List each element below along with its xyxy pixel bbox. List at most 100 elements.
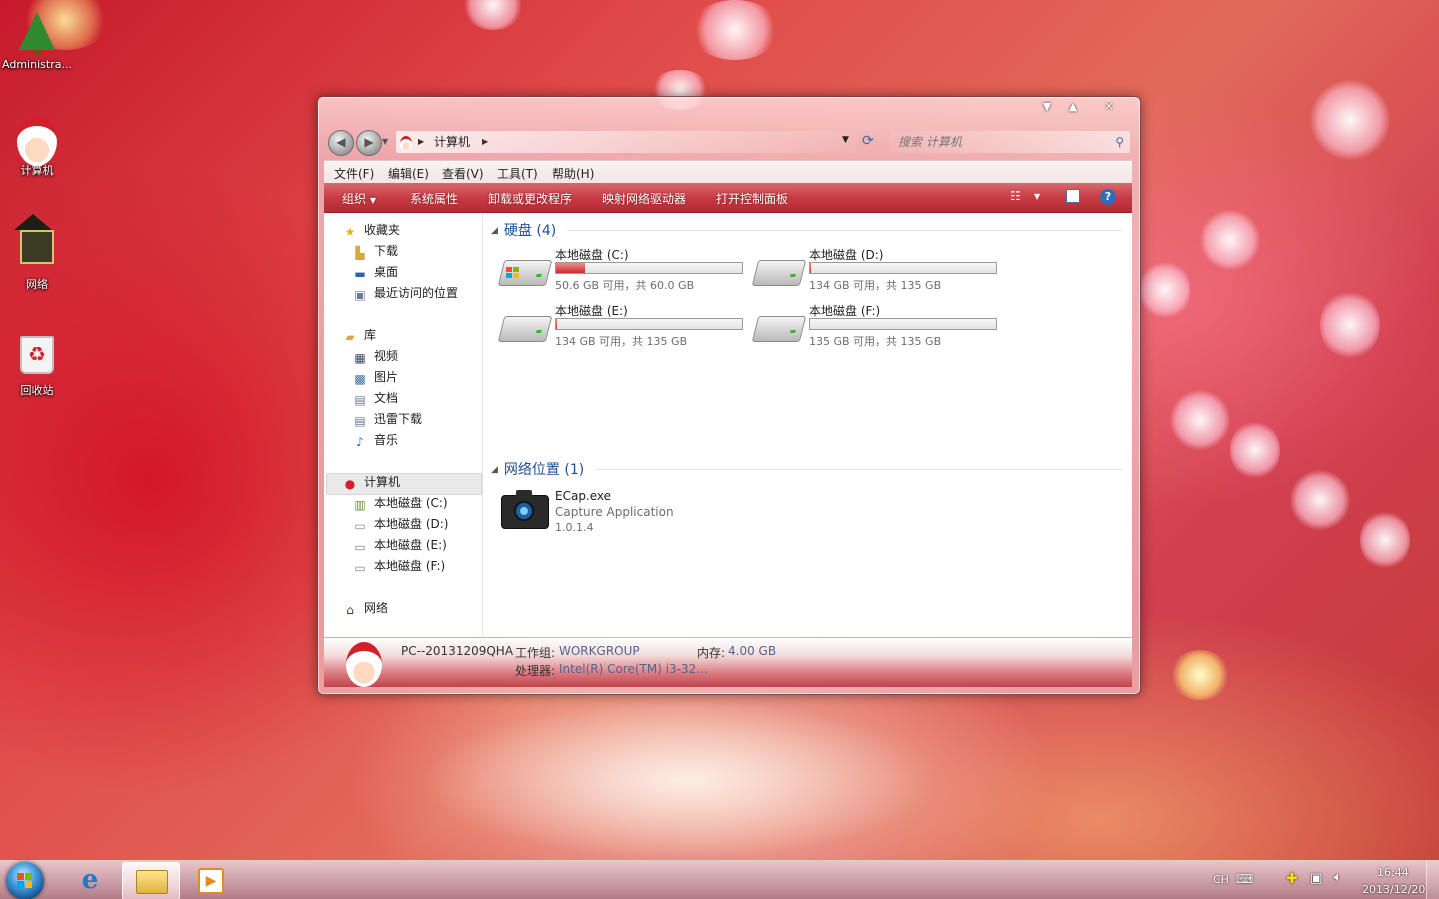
nav-drive-e[interactable]: ▭ 本地磁盘 (E:) — [352, 536, 446, 554]
nav-libraries[interactable]: ▰ 库 — [342, 326, 376, 344]
bokeh-light — [1360, 510, 1410, 570]
minimize-button[interactable]: ▼ — [1034, 99, 1060, 115]
drive-free-space: 134 GB 可用，共 135 GB — [555, 335, 688, 348]
music-icon: ♪ — [356, 435, 364, 449]
keyboard-icon[interactable]: ⌨ — [1236, 872, 1253, 886]
nav-label: 库 — [364, 328, 377, 342]
breadcrumb-chevron-icon[interactable]: ▶ — [418, 131, 424, 153]
menu-bar: 文件(F) 编辑(E) 查看(V) 工具(T) 帮助(H) — [324, 160, 1132, 183]
back-button[interactable]: ◀ — [328, 130, 354, 156]
collapse-triangle-icon[interactable]: ◢ — [491, 465, 498, 475]
breadcrumb-chevron-icon[interactable]: ▶ — [482, 131, 488, 153]
drive-name: 本地磁盘 (F:) — [809, 304, 881, 318]
uninstall-program-button[interactable]: 卸载或更改程序 — [488, 190, 572, 207]
system-properties-button[interactable]: 系统属性 — [410, 190, 458, 207]
menu-help[interactable]: 帮助(H) — [552, 165, 594, 182]
organize-button[interactable]: 组织 ▼ — [342, 190, 376, 207]
taskbar: e ▶ CH ⌨ ✚ ▣ 🔈︎ 16:44 2013/12/20 — [0, 860, 1439, 899]
drive-tile-e[interactable]: 本地磁盘 (E:) 134 GB 可用，共 135 GB — [497, 302, 751, 352]
forward-button[interactable]: ▶ — [356, 130, 382, 156]
plus-badge-icon[interactable]: ✚ — [1286, 871, 1298, 887]
network-status-icon[interactable]: ▣ — [1310, 871, 1322, 886]
system-drive-icon: ▥ — [354, 498, 366, 512]
nav-computer[interactable]: ● 计算机 — [342, 473, 400, 491]
drive-tile-c[interactable]: 本地磁盘 (C:) 50.6 GB 可用，共 60.0 GB — [497, 246, 751, 296]
address-dropdown-icon[interactable]: ▼ — [842, 135, 849, 145]
taskbar-windows-explorer[interactable] — [122, 862, 180, 899]
bokeh-light — [1290, 470, 1350, 530]
view-options-icon[interactable]: ☷ — [1010, 189, 1026, 205]
nav-label: 桌面 — [374, 265, 399, 279]
drive-tile-d[interactable]: 本地磁盘 (D:) 134 GB 可用，共 135 GB — [751, 246, 1005, 296]
show-desktop-button[interactable] — [1426, 861, 1439, 899]
nav-pictures[interactable]: ▩ 图片 — [352, 368, 398, 386]
chevron-down-icon[interactable]: ▼ — [1034, 192, 1050, 208]
search-input[interactable]: 搜索 计算机 ⚲ — [890, 131, 1130, 153]
nav-label: 收藏夹 — [364, 223, 401, 237]
menu-edit[interactable]: 编辑(E) — [388, 165, 429, 182]
nav-videos[interactable]: ▦ 视频 — [352, 347, 398, 365]
search-icon[interactable]: ⚲ — [1115, 131, 1124, 153]
taskbar-media-player[interactable]: ▶ — [182, 862, 238, 898]
nav-drive-c[interactable]: ▥ 本地磁盘 (C:) — [352, 494, 448, 512]
nav-documents[interactable]: ▤ 文档 — [352, 389, 398, 407]
group-header-hard-drives[interactable]: ◢ 硬盘 (4) — [491, 220, 556, 240]
desktop-icon-computer[interactable]: 计算机 — [0, 116, 74, 178]
nav-network[interactable]: ⌂ 网络 — [342, 599, 388, 617]
nav-label: 本地磁盘 (C:) — [374, 496, 448, 510]
nav-drive-f[interactable]: ▭ 本地磁盘 (F:) — [352, 557, 445, 575]
clock-time[interactable]: 16:44 — [1377, 866, 1409, 879]
nav-downloads[interactable]: ▙ 下载 — [352, 242, 398, 260]
folder-icon: ▤ — [354, 414, 366, 428]
breadcrumb-computer[interactable]: 计算机 — [434, 131, 470, 153]
desktop-icon-label: 回收站 — [20, 384, 54, 397]
collapse-triangle-icon[interactable]: ◢ — [491, 226, 498, 236]
computer-icon — [400, 136, 412, 151]
desktop-icon-network[interactable]: 网络 — [0, 214, 74, 292]
volume-icon[interactable]: 🔈︎ — [1334, 870, 1342, 885]
folder-icon — [136, 870, 168, 894]
desktop-icon-label: Administra... — [2, 58, 72, 71]
nav-desktop[interactable]: ▬ 桌面 — [352, 263, 398, 281]
documents-icon: ▤ — [354, 393, 366, 407]
system-drive-icon — [497, 260, 553, 286]
nav-drive-d[interactable]: ▭ 本地磁盘 (D:) — [352, 515, 448, 533]
app-description: Capture Application — [555, 505, 674, 519]
clock-date[interactable]: 2013/12/20 — [1362, 883, 1425, 896]
drive-free-space: 135 GB 可用，共 135 GB — [809, 335, 942, 348]
close-button[interactable]: ✕ — [1096, 99, 1122, 115]
refresh-icon[interactable]: ⟳ — [862, 133, 874, 149]
group-divider — [595, 469, 1123, 470]
menu-file[interactable]: 文件(F) — [334, 165, 374, 182]
open-control-panel-button[interactable]: 打开控制面板 — [716, 190, 788, 207]
nav-favorites[interactable]: ★ 收藏夹 — [342, 221, 400, 239]
group-header-network-locations[interactable]: ◢ 网络位置 (1) — [491, 459, 584, 479]
nav-label: 文档 — [374, 391, 399, 405]
language-indicator[interactable]: CH — [1213, 873, 1229, 886]
drive-icon: ▭ — [354, 540, 366, 554]
bokeh-light — [1170, 390, 1230, 450]
desktop-icon-administrator[interactable]: Administra... — [0, 8, 74, 71]
recent-pages-chevron-icon[interactable]: ▼ — [382, 137, 388, 146]
nav-label: 视频 — [374, 349, 399, 363]
ribbon-decoration — [420, 700, 940, 860]
help-icon[interactable]: ? — [1100, 189, 1116, 205]
hard-drive-icon — [751, 316, 807, 342]
taskbar-internet-explorer[interactable]: e — [62, 862, 118, 898]
address-bar[interactable]: ▶ 计算机 ▶ — [396, 131, 856, 153]
drive-tile-f[interactable]: 本地磁盘 (F:) 135 GB 可用，共 135 GB — [751, 302, 1005, 352]
nav-recent-places[interactable]: ▣ 最近访问的位置 — [352, 284, 458, 302]
nav-music[interactable]: ♪ 音乐 — [352, 431, 398, 449]
hard-drive-icon — [751, 260, 807, 286]
nav-thunder-downloads[interactable]: ▤ 迅雷下载 — [352, 410, 422, 428]
network-item-ecap[interactable]: ECap.exe Capture Application 1.0.1.4 — [501, 489, 801, 539]
maximize-button[interactable]: ▲ — [1060, 99, 1086, 115]
desktop-icon-recycle-bin[interactable]: 回收站 — [0, 330, 74, 398]
windows-logo-icon — [17, 873, 32, 888]
start-button[interactable] — [6, 862, 44, 899]
menu-view[interactable]: 查看(V) — [442, 165, 484, 182]
chevron-down-icon: ▼ — [369, 196, 376, 205]
preview-pane-icon[interactable] — [1066, 189, 1080, 203]
map-network-drive-button[interactable]: 映射网络驱动器 — [602, 190, 686, 207]
menu-tools[interactable]: 工具(T) — [497, 165, 538, 182]
